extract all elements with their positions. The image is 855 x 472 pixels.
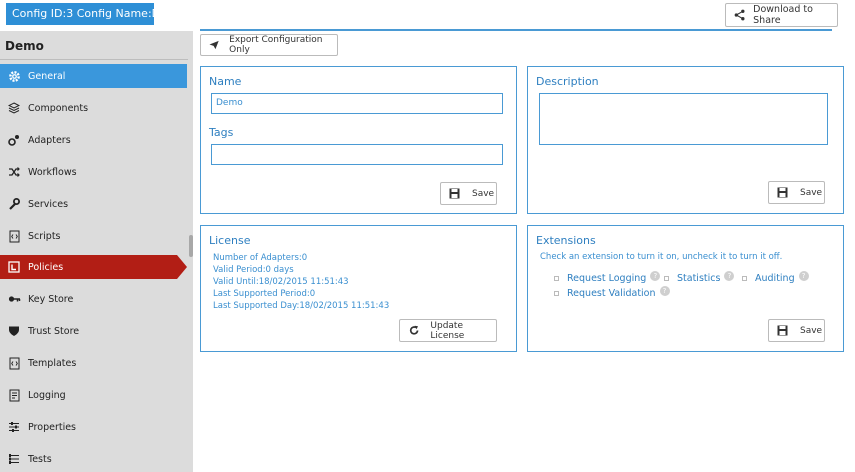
checklist-icon: [7, 452, 21, 466]
name-label: Name: [209, 75, 242, 88]
description-label: Description: [536, 75, 599, 88]
tags-input[interactable]: [211, 144, 503, 165]
sidebar-item-adapters[interactable]: Adapters: [0, 128, 187, 152]
floppy-disk-icon: [449, 188, 460, 199]
policies-pointer: [177, 255, 187, 279]
extensions-title: Extensions: [536, 234, 596, 247]
sidebar-scrollbar[interactable]: [189, 235, 193, 257]
send-icon: [209, 40, 219, 50]
checkbox[interactable]: [664, 276, 669, 281]
wrench-icon: [7, 197, 21, 211]
help-icon[interactable]: ?: [650, 270, 661, 281]
sidebar-item-label: Components: [28, 102, 89, 114]
key-icon: [7, 292, 21, 306]
share-icon: [734, 9, 745, 21]
update-license-label: Update License: [430, 320, 465, 341]
sidebar-item-label: Logging: [28, 389, 66, 401]
license-last-supported-period: Last Supported Period:0: [213, 289, 316, 299]
checkbox[interactable]: [554, 276, 559, 281]
sliders-icon: [7, 420, 21, 434]
sidebar-item-label: Policies: [28, 261, 64, 273]
refresh-icon: [409, 325, 419, 335]
sidebar-item-templates[interactable]: Templates: [0, 351, 187, 375]
config-badge: Config ID:3 Config Name:Demo: [6, 3, 184, 25]
save-label: Save: [800, 325, 823, 336]
sidebar-title: Demo: [5, 39, 44, 53]
sidebar-item-label: Key Store: [28, 293, 74, 305]
log-icon: [7, 388, 21, 402]
extension-request-validation[interactable]: Request Validation ?: [554, 285, 670, 299]
sidebar-item-label: Workflows: [28, 166, 77, 178]
sidebar: Demo General Components Adapters Workflo…: [0, 31, 193, 472]
save-button[interactable]: Save: [440, 182, 497, 205]
gear-icon: [7, 69, 21, 83]
license-valid-until: Valid Until:18/02/2015 11:51:43: [213, 277, 349, 287]
download-label: Download to Share: [753, 4, 813, 26]
extension-label: Statistics: [677, 273, 721, 284]
sidebar-divider: [0, 59, 188, 60]
layers-icon: [7, 101, 21, 115]
sidebar-item-services[interactable]: Services: [0, 192, 187, 216]
name-tags-panel: Name Demo Tags Save: [200, 66, 517, 214]
save-label: Save: [472, 188, 495, 199]
floppy-disk-icon: [777, 325, 788, 336]
license-adapters: Number of Adapters:0: [213, 253, 308, 263]
update-license-button[interactable]: Update License: [399, 319, 497, 342]
description-panel: Description Save: [527, 66, 844, 214]
sidebar-item-general[interactable]: General: [0, 64, 187, 88]
name-input[interactable]: Demo: [211, 93, 503, 114]
license-panel: License Number of Adapters:0 Valid Perio…: [200, 225, 517, 352]
save-button[interactable]: Save: [768, 319, 825, 342]
script-icon: [7, 229, 21, 243]
extension-statistics[interactable]: Statistics ?: [664, 270, 735, 284]
extension-auditing[interactable]: Auditing ?: [742, 270, 809, 284]
extension-label: Request Validation: [567, 288, 656, 299]
sidebar-item-logging[interactable]: Logging: [0, 383, 187, 407]
content-top-divider: [200, 29, 832, 31]
description-textarea[interactable]: [539, 93, 828, 145]
sidebar-item-label: Scripts: [28, 230, 61, 242]
shuffle-icon: [7, 165, 21, 179]
license-last-supported-day: Last Supported Day:18/02/2015 11:51:43: [213, 301, 390, 311]
sidebar-item-tests[interactable]: Tests: [0, 447, 187, 471]
sidebar-item-label: General: [28, 70, 66, 82]
help-icon[interactable]: ?: [659, 285, 670, 296]
sidebar-item-label: Tests: [28, 453, 52, 465]
help-icon[interactable]: ?: [724, 270, 735, 281]
checkbox[interactable]: [554, 291, 559, 296]
tags-label: Tags: [209, 126, 234, 139]
top-bar: Config ID:3 Config Name:Demo Download to…: [0, 0, 855, 30]
download-to-share-button[interactable]: Download to Share: [725, 3, 838, 27]
sidebar-item-label: Adapters: [28, 134, 71, 146]
extensions-hint: Check an extension to turn it on, unchec…: [540, 252, 783, 262]
help-icon[interactable]: ?: [798, 270, 809, 281]
export-configuration-button[interactable]: Export Configuration Only: [200, 34, 338, 56]
shield-icon: [7, 324, 21, 338]
sidebar-item-workflows[interactable]: Workflows: [0, 160, 187, 184]
sidebar-item-label: Services: [28, 198, 69, 210]
sidebar-item-label: Properties: [28, 421, 77, 433]
sidebar-item-label: Trust Store: [28, 325, 80, 337]
adapters-icon: [7, 133, 21, 147]
extension-label: Auditing: [755, 273, 795, 284]
floppy-disk-icon: [777, 187, 788, 198]
sidebar-item-label: Templates: [28, 357, 77, 369]
extension-label: Request Logging: [567, 273, 647, 284]
sidebar-item-policies[interactable]: Policies: [0, 255, 177, 279]
sidebar-item-properties[interactable]: Properties: [0, 415, 187, 439]
extension-request-logging[interactable]: Request Logging ?: [554, 270, 661, 284]
policy-icon: [7, 260, 21, 274]
checkbox[interactable]: [742, 276, 747, 281]
license-title: License: [209, 234, 251, 247]
save-button[interactable]: Save: [768, 181, 825, 204]
extensions-panel: Extensions Check an extension to turn it…: [527, 225, 844, 352]
sidebar-item-scripts[interactable]: Scripts: [0, 224, 187, 248]
save-label: Save: [800, 187, 823, 198]
sidebar-item-key-store[interactable]: Key Store: [0, 287, 187, 311]
template-icon: [7, 356, 21, 370]
export-label: Export Configuration Only: [229, 35, 323, 55]
license-valid-period: Valid Period:0 days: [213, 265, 294, 275]
sidebar-item-trust-store[interactable]: Trust Store: [0, 319, 187, 343]
sidebar-item-components[interactable]: Components: [0, 96, 187, 120]
